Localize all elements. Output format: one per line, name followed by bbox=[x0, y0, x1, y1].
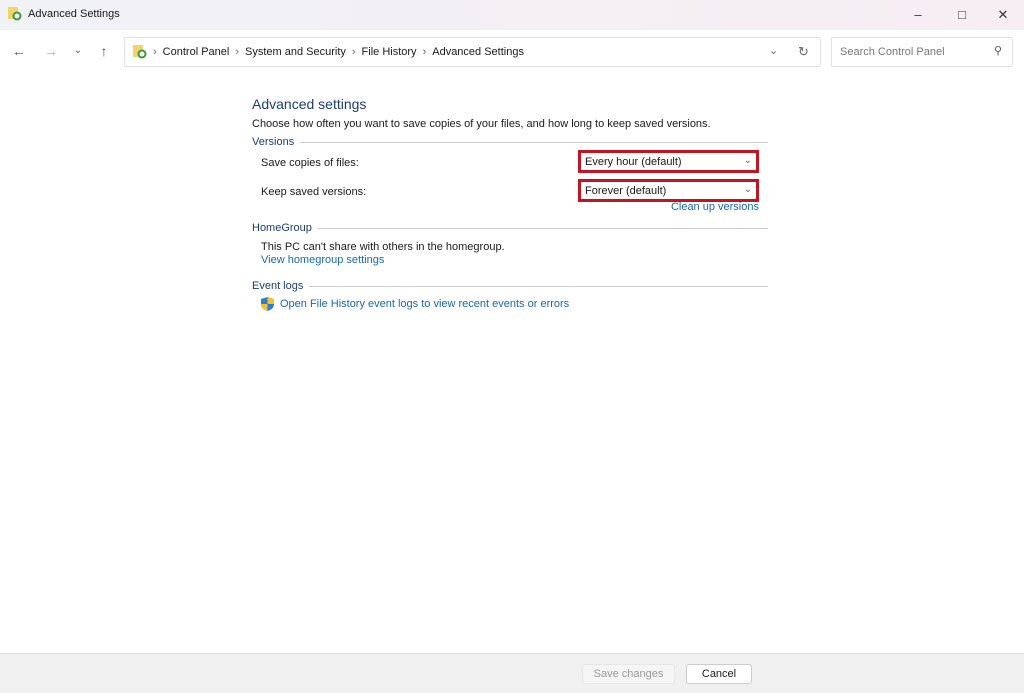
advanced-settings-panel: Advanced settings Choose how often you w… bbox=[252, 96, 768, 311]
keep-versions-label: Keep saved versions: bbox=[261, 186, 366, 198]
save-copies-dropdown[interactable]: Every hour (default) ⌄ bbox=[578, 150, 759, 173]
keep-versions-dropdown[interactable]: Forever (default) ⌄ bbox=[578, 179, 759, 202]
save-changes-button[interactable]: Save changes bbox=[582, 664, 675, 684]
save-copies-value: Every hour (default) bbox=[585, 156, 682, 168]
close-button[interactable]: ✕ bbox=[983, 4, 1023, 26]
chevron-down-icon[interactable]: ⌄ bbox=[769, 44, 778, 57]
file-history-icon bbox=[133, 45, 147, 59]
refresh-icon[interactable]: ↻ bbox=[798, 44, 809, 60]
homegroup-group-header: HomeGroup bbox=[252, 222, 768, 234]
event-logs-title: Event logs bbox=[252, 280, 303, 292]
minimize-button[interactable]: – bbox=[898, 4, 938, 26]
open-event-logs-link[interactable]: Open File History event logs to view rec… bbox=[280, 298, 569, 310]
chevron-down-icon: ⌄ bbox=[744, 155, 752, 166]
versions-title: Versions bbox=[252, 136, 294, 148]
footer: Save changes Cancel bbox=[0, 653, 1024, 693]
chevron-right-icon: › bbox=[153, 46, 157, 58]
versions-group-header: Versions bbox=[252, 136, 768, 148]
title-bar: Advanced Settings – □ ✕ bbox=[0, 0, 1024, 30]
maximize-button[interactable]: □ bbox=[942, 4, 982, 26]
homegroup-title: HomeGroup bbox=[252, 222, 312, 234]
search-icon: ⚲ bbox=[994, 44, 1002, 57]
view-homegroup-settings-link[interactable]: View homegroup settings bbox=[261, 254, 384, 266]
breadcrumb-advanced-settings[interactable]: Advanced Settings bbox=[432, 46, 524, 58]
breadcrumb-system-security[interactable]: System and Security bbox=[245, 46, 346, 58]
file-history-icon bbox=[8, 7, 22, 21]
search-input[interactable]: Search Control Panel ⚲ bbox=[831, 37, 1013, 67]
homegroup-text: This PC can't share with others in the h… bbox=[252, 241, 768, 253]
breadcrumb-control-panel[interactable]: Control Panel bbox=[163, 46, 230, 58]
shield-icon bbox=[261, 297, 274, 311]
window-title: Advanced Settings bbox=[28, 8, 120, 20]
page-title: Advanced settings bbox=[252, 96, 768, 112]
page-description: Choose how often you want to save copies… bbox=[252, 118, 768, 130]
chevron-right-icon: › bbox=[352, 46, 356, 58]
chevron-down-icon: ⌄ bbox=[744, 184, 752, 195]
address-bar[interactable]: › Control Panel › System and Security › … bbox=[124, 37, 821, 67]
recent-locations-button[interactable]: ⌄ bbox=[68, 45, 88, 56]
chevron-right-icon: › bbox=[235, 46, 239, 58]
forward-button[interactable]: → bbox=[41, 43, 61, 59]
keep-versions-value: Forever (default) bbox=[585, 185, 666, 197]
save-copies-label: Save copies of files: bbox=[261, 157, 359, 169]
chevron-right-icon: › bbox=[423, 46, 427, 58]
cancel-button[interactable]: Cancel bbox=[686, 664, 752, 684]
breadcrumb-file-history[interactable]: File History bbox=[362, 46, 417, 58]
back-button[interactable]: ← bbox=[9, 43, 29, 59]
event-logs-group-header: Event logs bbox=[252, 280, 768, 292]
up-button[interactable]: ↑ bbox=[94, 43, 114, 59]
search-placeholder: Search Control Panel bbox=[840, 46, 945, 58]
